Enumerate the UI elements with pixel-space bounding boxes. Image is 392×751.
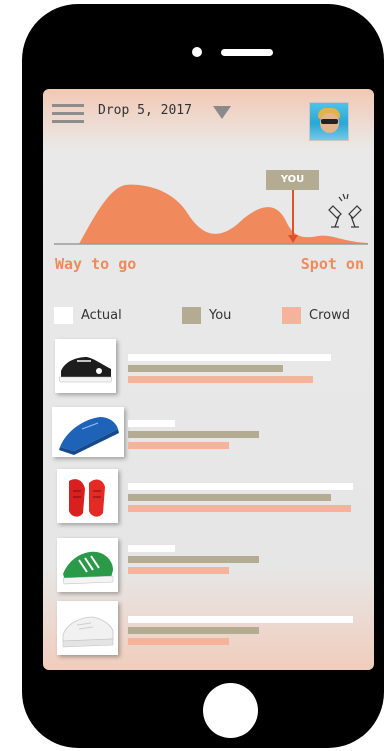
product-row[interactable]	[43, 405, 374, 467]
you-bar	[128, 494, 331, 501]
legend-swatch-actual	[54, 306, 73, 324]
user-avatar[interactable]	[309, 102, 349, 141]
red-running-shoe-image[interactable]	[57, 469, 118, 523]
front-camera	[192, 47, 202, 57]
speaker-grille	[221, 49, 273, 56]
legend: Actual You Crowd	[54, 304, 364, 326]
blue-running-shoe-image[interactable]	[52, 407, 124, 457]
black-sneaker-image[interactable]	[55, 339, 116, 393]
actual-bar	[128, 483, 353, 490]
legend-label: You	[209, 307, 232, 323]
white-sneaker-image[interactable]	[57, 601, 118, 655]
legend-item-crowd: Crowd	[282, 304, 350, 326]
champagne-glasses-icon	[328, 193, 362, 228]
product-row[interactable]	[43, 537, 374, 599]
crowd-bar	[128, 505, 351, 512]
way-to-go-label: Way to go	[55, 255, 137, 273]
spot-on-label: Spot on	[300, 255, 364, 273]
you-bar	[128, 365, 283, 372]
legend-label: Actual	[81, 307, 122, 323]
crowd-bar	[128, 376, 313, 383]
crowd-distribution-curve	[79, 184, 368, 244]
you-bar	[128, 431, 259, 438]
drop-selector-label[interactable]: Drop 5, 2017	[98, 103, 192, 118]
actual-bar	[128, 354, 331, 361]
product-row[interactable]	[43, 337, 374, 399]
legend-swatch-you	[182, 306, 201, 324]
legend-swatch-crowd	[282, 306, 301, 324]
triangle-down-icon[interactable]	[213, 106, 231, 119]
home-button[interactable]	[203, 683, 258, 738]
app-screen: Drop 5, 2017 YOU Way to go Spot on Actua…	[43, 89, 374, 670]
green-adidas-shoe-image[interactable]	[57, 538, 118, 592]
crowd-bar	[128, 638, 229, 645]
actual-bar	[128, 545, 175, 552]
you-tag: YOU	[266, 170, 319, 190]
crowd-bar	[128, 442, 229, 449]
legend-label: Crowd	[309, 307, 350, 323]
actual-bar	[128, 616, 353, 623]
hamburger-menu-icon[interactable]	[52, 104, 84, 124]
product-row[interactable]	[43, 469, 374, 531]
you-bar	[128, 627, 259, 634]
product-row[interactable]	[43, 599, 374, 661]
accuracy-gauge	[54, 184, 368, 245]
legend-item-you: You	[182, 304, 231, 326]
crowd-bar	[128, 567, 229, 574]
you-bar	[128, 556, 259, 563]
legend-item-actual: Actual	[54, 304, 122, 326]
actual-bar	[128, 420, 175, 427]
